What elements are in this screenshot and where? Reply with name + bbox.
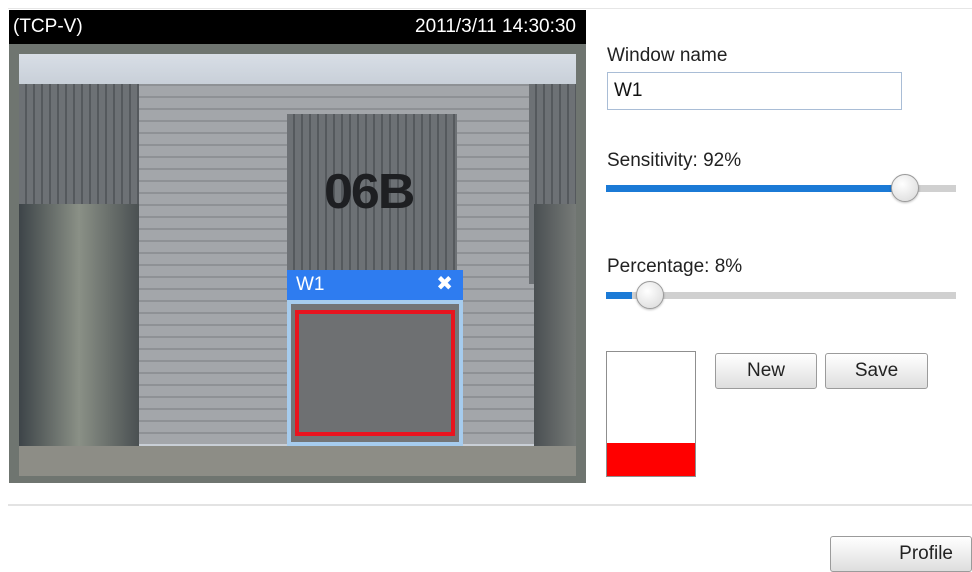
- building-sign: 06B: [324, 164, 415, 220]
- motion-window-header[interactable]: W1 ✖: [287, 270, 463, 300]
- sensitivity-label: Sensitivity: 92%: [607, 150, 742, 171]
- profile-button[interactable]: Profile: [830, 536, 972, 572]
- sensitivity-slider-handle[interactable]: [891, 174, 920, 202]
- close-icon[interactable]: ✖: [436, 273, 453, 295]
- protocol-label: (TCP-V): [13, 16, 83, 37]
- percentage-slider-fill: [606, 292, 633, 299]
- activity-level-bar: [607, 442, 695, 476]
- viewer-status-bar: (TCP-V) 2011/3/11 14:30:30: [9, 10, 586, 44]
- video-viewer: (TCP-V) 2011/3/11 14:30:30 06B W1 ✖: [9, 10, 586, 483]
- video-window-right: [534, 204, 576, 459]
- new-button[interactable]: New: [715, 353, 817, 389]
- timestamp: 2011/3/11 14:30:30: [415, 16, 576, 37]
- motion-window-alert-frame: [295, 310, 455, 436]
- video-ground: [19, 446, 576, 476]
- window-name-input[interactable]: [607, 72, 902, 110]
- percentage-slider[interactable]: [606, 280, 956, 310]
- percentage-slider-handle[interactable]: [636, 281, 665, 309]
- sensitivity-slider-fill: [606, 185, 906, 192]
- activity-level-meter: [606, 351, 696, 477]
- live-video: 06B W1 ✖: [19, 54, 576, 476]
- motion-window-title: W1: [296, 274, 325, 295]
- percentage-label: Percentage: 8%: [607, 256, 743, 277]
- video-window-left: [19, 204, 139, 459]
- save-button[interactable]: Save: [825, 353, 928, 389]
- motion-window-w1[interactable]: W1 ✖: [287, 270, 463, 446]
- window-name-label: Window name: [607, 45, 728, 66]
- sensitivity-slider[interactable]: [606, 173, 956, 203]
